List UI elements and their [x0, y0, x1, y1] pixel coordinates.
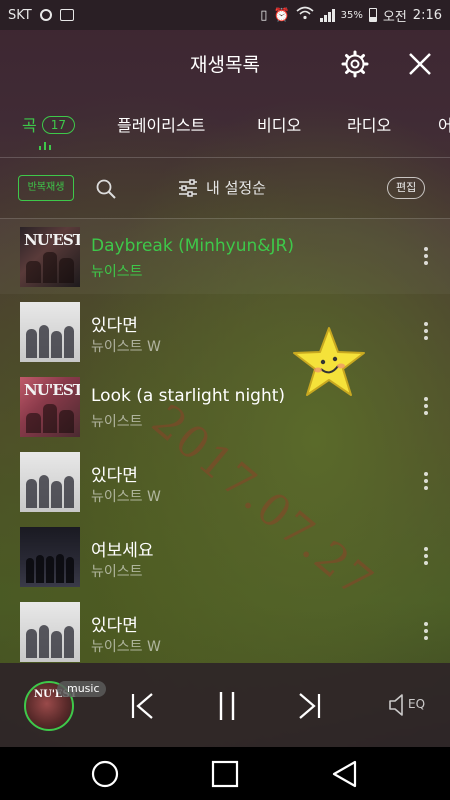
tab-playlists[interactable]: 플레이리스트: [117, 112, 205, 136]
mini-player: NU'EST music EQ: [0, 663, 450, 747]
music-badge: music: [57, 681, 106, 697]
more-options-icon[interactable]: [418, 470, 434, 492]
album-art: [20, 302, 80, 362]
header: 재생목록: [0, 30, 450, 96]
song-artist: 뉴이스트 W: [91, 489, 161, 505]
battery-icon: [368, 8, 377, 22]
list-toolbar: 반복재생 내 설정순 편집: [0, 158, 450, 218]
speaker-eq-icon: [389, 694, 403, 716]
song-title: 있다면: [91, 466, 138, 486]
smiling-star-sticker: [293, 327, 365, 396]
tab-songs[interactable]: 곡 17: [22, 112, 76, 136]
song-artist: 뉴이스트: [91, 564, 143, 580]
back-icon[interactable]: [330, 759, 360, 789]
alarm-icon: ⏰: [273, 7, 290, 23]
playlist-screen: SKT ▯ ⏰ 35% 오전 2:16 재생목록 곡 17 플레이리스트 비디오…: [0, 0, 450, 800]
carrier-label: SKT: [8, 7, 32, 23]
tab-songs-label: 곡: [22, 116, 37, 135]
song-list: NU'EST Daybreak (Minhyun&JR) 뉴이스트 있다면 뉴이…: [0, 219, 450, 663]
vibrate-icon: ▯: [260, 7, 268, 23]
app-notification-icon: [39, 9, 52, 21]
recents-icon[interactable]: [210, 759, 240, 789]
battery-percent: 35%: [340, 9, 363, 21]
close-icon[interactable]: [404, 48, 436, 80]
clock: 2:16: [412, 7, 442, 23]
song-title: 있다면: [91, 316, 138, 336]
sort-label: 내 설정순: [206, 179, 266, 197]
image-notification-icon: [59, 9, 74, 21]
album-art: NU'EST: [20, 227, 80, 287]
list-item[interactable]: 있다면 뉴이스트 W: [0, 594, 450, 663]
album-art: [20, 527, 80, 587]
search-icon[interactable]: [95, 178, 117, 200]
song-title: 여보세요: [91, 541, 154, 561]
pause-icon[interactable]: [212, 689, 242, 723]
previous-icon[interactable]: [128, 689, 158, 723]
more-options-icon[interactable]: [418, 545, 434, 567]
wifi-icon: [296, 6, 314, 24]
repeat-button[interactable]: 반복재생: [18, 175, 74, 201]
tab-overflow[interactable]: 어: [438, 112, 450, 136]
song-artist: 뉴이스트 W: [91, 339, 161, 355]
list-item[interactable]: NU'EST Daybreak (Minhyun&JR) 뉴이스트: [0, 219, 450, 294]
sort-button[interactable]: 내 설정순: [178, 177, 266, 198]
more-options-icon[interactable]: [418, 620, 434, 642]
signal-icon: [319, 8, 335, 22]
edit-button[interactable]: 편집: [387, 177, 426, 199]
ampm-label: 오전: [382, 9, 407, 25]
equalizer-button[interactable]: EQ: [388, 691, 430, 721]
song-title: 있다면: [91, 616, 138, 636]
tab-video[interactable]: 비디오: [257, 112, 301, 136]
song-title: Daybreak (Minhyun&JR): [91, 236, 294, 256]
song-artist: 뉴이스트: [91, 264, 143, 280]
song-title: Look (a starlight night): [91, 386, 286, 406]
more-options-icon[interactable]: [418, 320, 434, 342]
song-artist: 뉴이스트 W: [91, 639, 161, 655]
page-title: 재생목록: [190, 54, 260, 76]
song-artist: 뉴이스트: [91, 414, 143, 430]
song-count-badge: 17: [41, 116, 76, 134]
list-item[interactable]: 있다면 뉴이스트 W: [0, 294, 450, 369]
list-item[interactable]: 있다면 뉴이스트 W: [0, 444, 450, 519]
playing-indicator-icon: [39, 142, 51, 150]
status-bar: SKT ▯ ⏰ 35% 오전 2:16: [0, 0, 450, 30]
sliders-icon: [179, 178, 197, 197]
gear-icon[interactable]: [341, 50, 369, 78]
album-art: [20, 452, 80, 512]
more-options-icon[interactable]: [418, 245, 434, 267]
tab-radio[interactable]: 라디오: [347, 112, 391, 136]
album-art: NU'EST: [20, 377, 80, 437]
next-icon[interactable]: [294, 689, 324, 723]
list-item[interactable]: NU'EST Look (a starlight night) 뉴이스트: [0, 369, 450, 444]
list-item[interactable]: 여보세요 뉴이스트: [0, 519, 450, 594]
home-icon[interactable]: [90, 759, 120, 789]
system-nav-bar: [0, 747, 450, 800]
eq-label: EQ: [408, 697, 426, 711]
album-art: [20, 602, 80, 662]
tab-bar: 곡 17 플레이리스트 비디오 라디오 어: [0, 96, 450, 154]
more-options-icon[interactable]: [418, 395, 434, 417]
